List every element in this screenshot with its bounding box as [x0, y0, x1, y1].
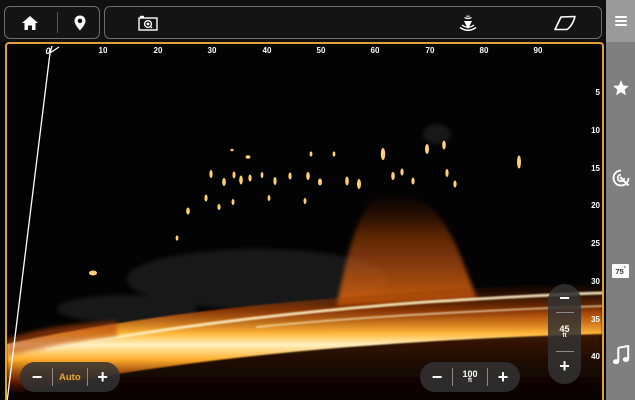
range-tick-label: 10 [98, 46, 108, 55]
range-increase-button[interactable]: + [488, 362, 518, 392]
map-pin-icon [74, 15, 86, 30]
waypoint-button[interactable] [61, 7, 99, 38]
gain-decrease-button[interactable]: − [22, 362, 52, 392]
water-temp-value: 75 [615, 266, 624, 276]
depth-tick-label: 10 [591, 126, 600, 135]
depth-tick-label: 40 [591, 352, 600, 361]
depth-tick-label: 30 [591, 277, 600, 286]
audio-button[interactable] [606, 343, 635, 367]
depth-decrease-button[interactable]: − [548, 284, 581, 312]
range-unit: ft [468, 377, 472, 384]
sonar-settings-button[interactable] [606, 166, 635, 190]
depth-tick-label: 15 [591, 164, 600, 173]
range-tick-label: 70 [425, 46, 435, 55]
range-decrease-button[interactable]: − [422, 362, 452, 392]
plume-return [337, 190, 477, 306]
toolbar-group-nav [4, 6, 100, 39]
screenshot-button[interactable] [133, 7, 163, 38]
star-icon [612, 80, 629, 96]
water-temp-badge: 75 ° [612, 264, 629, 278]
range-tick-label: 40 [262, 46, 272, 55]
depth-value: 45 [559, 323, 570, 334]
range-tick-label: 0 [45, 46, 51, 56]
sonar-mode-button[interactable] [451, 7, 485, 38]
depth-zoom-control: − 45 ft + [548, 284, 581, 384]
sonar-app: 0 10 20 30 40 50 60 70 80 90 5 10 15 20 … [0, 0, 635, 400]
water-temp-unit: ° [623, 266, 626, 272]
range-tick-label: 30 [207, 46, 217, 55]
chart-outline-icon [554, 15, 576, 30]
depth-tick-label: 35 [591, 315, 600, 324]
range-tick-label: 20 [153, 46, 163, 55]
range-tick-label: 80 [479, 46, 489, 55]
water-temp-button[interactable]: 75 ° [606, 260, 635, 282]
hamburger-menu-icon [614, 16, 627, 26]
range-value-display: 100 ft [453, 369, 487, 385]
right-sidebar: 75 ° [606, 42, 635, 400]
livescope-sonar-view[interactable]: 0 10 20 30 40 50 60 70 80 90 5 10 15 20 … [5, 42, 604, 400]
sonar-ping-icon [459, 14, 477, 31]
favorites-button[interactable] [606, 76, 635, 100]
chart-view-button[interactable] [545, 7, 585, 38]
gain-control: − Auto + [20, 362, 120, 392]
music-note-icon [612, 345, 629, 365]
toolbar-group-view [104, 6, 602, 39]
depth-tick-label: 25 [591, 239, 600, 248]
top-toolbar [0, 0, 635, 42]
gain-increase-button[interactable]: + [88, 362, 118, 392]
range-tick-label: 60 [370, 46, 380, 55]
range-tick-label: 50 [316, 46, 326, 55]
range-tick-label: 90 [533, 46, 543, 55]
menu-button[interactable] [606, 0, 635, 42]
depth-tick-label: 20 [591, 201, 600, 210]
camera-icon [138, 15, 158, 31]
depth-tick-label: 5 [595, 88, 600, 97]
sonar-returns-image [7, 45, 602, 400]
range-control: − 100 ft + [420, 362, 520, 392]
depth-value-display: 45 ft [559, 313, 569, 351]
toolbar-divider [57, 12, 58, 33]
gain-value[interactable]: Auto [53, 372, 87, 383]
depth-unit: ft [562, 332, 567, 339]
home-button[interactable] [11, 7, 49, 38]
depth-increase-button[interactable]: + [548, 352, 581, 380]
home-icon [22, 15, 38, 30]
sonar-settings-icon [612, 169, 629, 187]
